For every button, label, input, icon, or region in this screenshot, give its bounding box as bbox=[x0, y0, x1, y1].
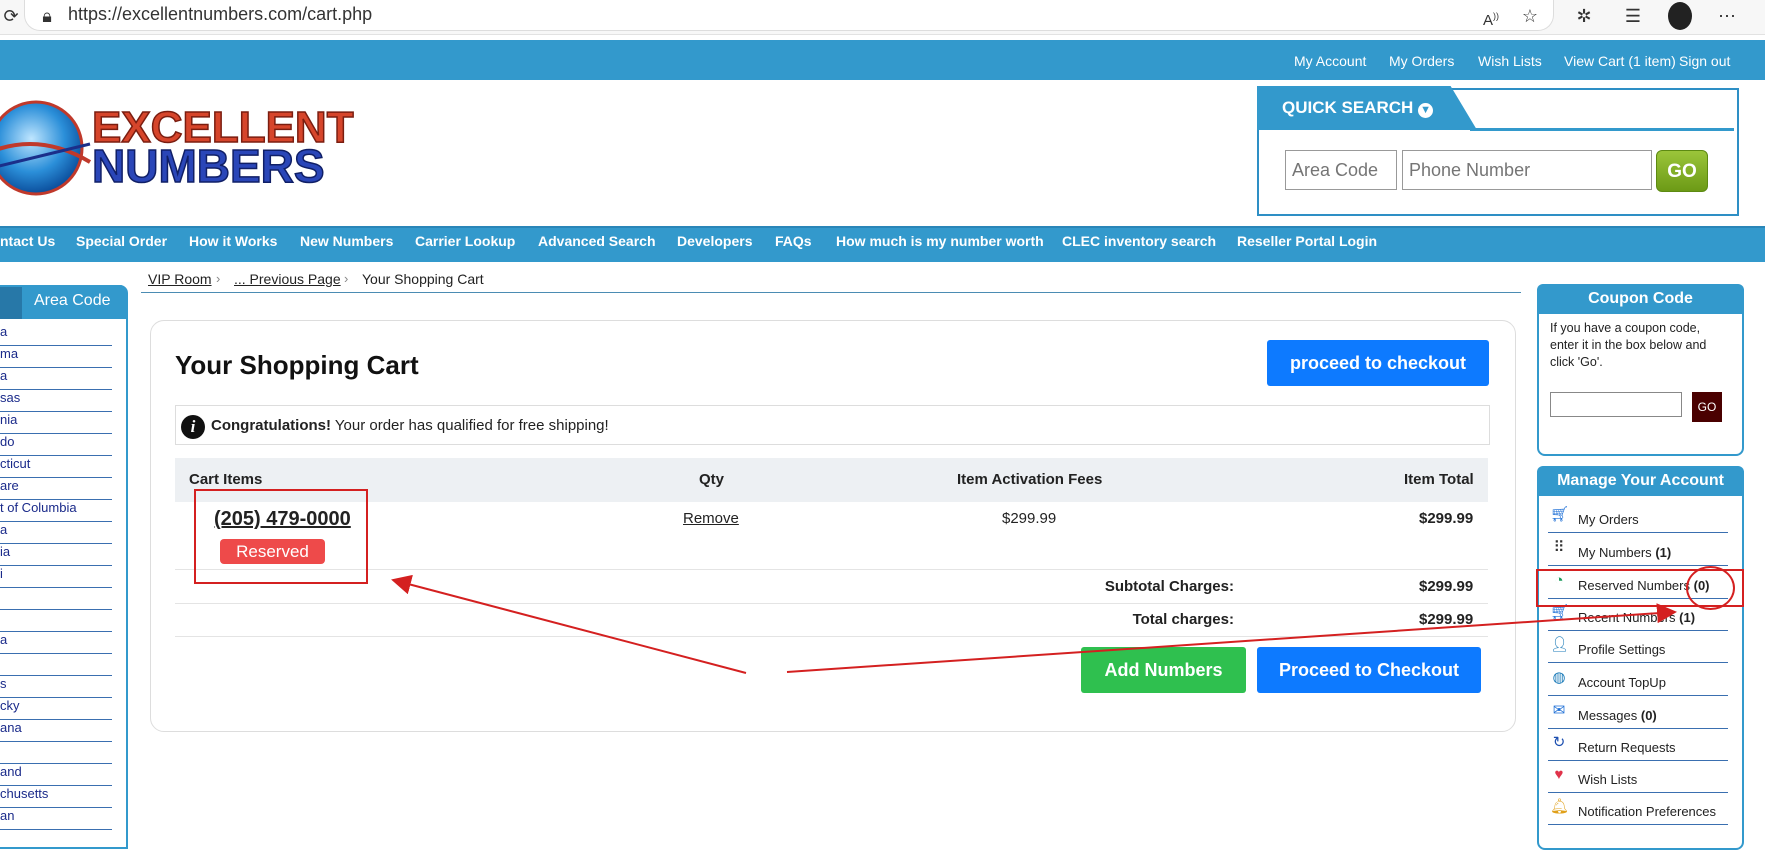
annotation-arrows bbox=[391, 574, 1677, 674]
arrow-to-reserved-item bbox=[391, 574, 747, 674]
arrow-to-reserved-numbers bbox=[786, 603, 1677, 673]
